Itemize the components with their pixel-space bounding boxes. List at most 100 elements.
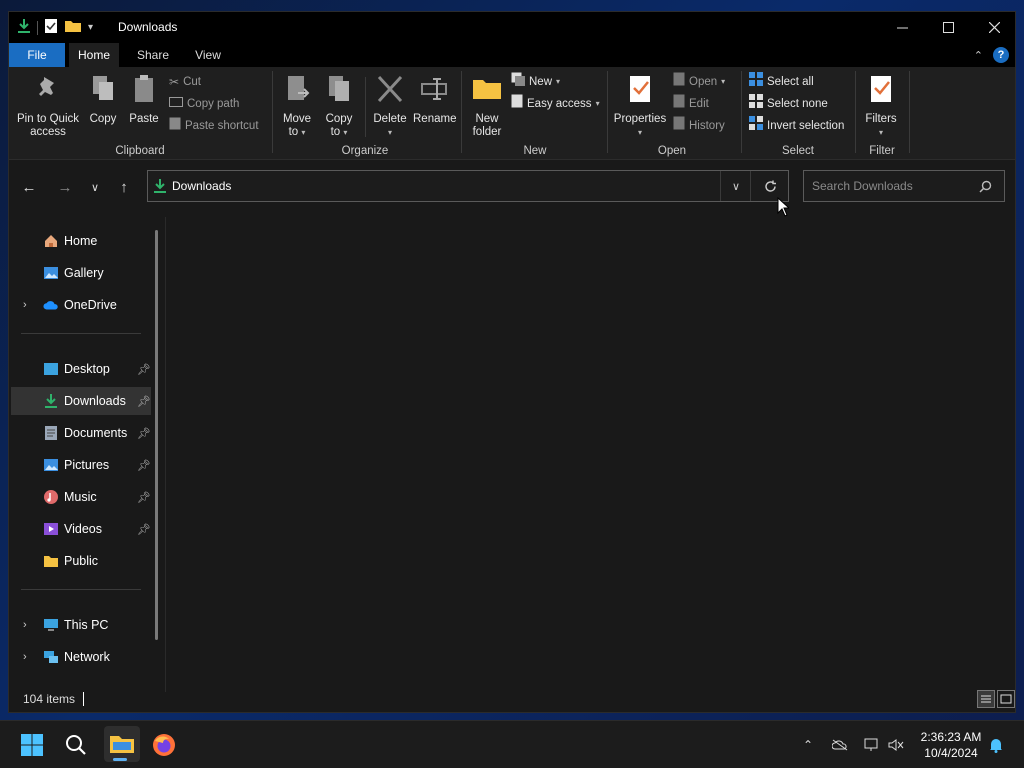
large-icons-view-icon[interactable]	[997, 690, 1015, 708]
address-dropdown-chevron-icon[interactable]: ∨	[720, 171, 751, 201]
pin-icon[interactable]: 📌︎	[137, 427, 151, 440]
pin-icon[interactable]: 📌︎	[137, 491, 151, 504]
pin-icon[interactable]: 📌︎	[137, 363, 151, 376]
paste-button[interactable]: Paste	[125, 73, 163, 126]
onedrive-offline-icon[interactable]	[832, 737, 848, 753]
invert-selection-button[interactable]: Invert selection	[749, 115, 845, 136]
easy-access-icon	[511, 94, 523, 115]
pin-icon[interactable]: 📌︎	[137, 459, 151, 472]
invert-selection-label: Invert selection	[767, 120, 845, 132]
paste-label: Paste	[129, 113, 159, 125]
search-input[interactable]: Search Downloads	[812, 179, 913, 193]
rename-button[interactable]: Rename	[413, 73, 456, 126]
search-icon[interactable]	[979, 180, 992, 196]
new-item-button[interactable]: New ▾	[511, 72, 560, 92]
properties-qat-icon[interactable]	[44, 18, 58, 37]
forward-arrow-icon[interactable]: →	[53, 176, 77, 198]
tab-view[interactable]: View	[187, 43, 229, 67]
minimize-button[interactable]	[879, 12, 925, 43]
copy-to-button[interactable]: Copy to ▾	[321, 73, 357, 139]
sidebar-item-this-pc[interactable]: › This PC	[11, 611, 151, 639]
paste-shortcut-button[interactable]: Paste shortcut	[169, 116, 259, 136]
open-label: Open	[689, 76, 718, 88]
sidebar-item-public[interactable]: Public	[11, 547, 151, 575]
sidebar-item-documents[interactable]: Documents 📌︎	[11, 419, 151, 447]
recent-locations-chevron-icon[interactable]: ∨	[83, 176, 107, 198]
new-item-label: New	[529, 76, 553, 88]
open-caret: ▾	[721, 77, 726, 86]
open-icon	[673, 72, 685, 93]
sidebar-item-videos[interactable]: Videos 📌︎	[11, 515, 151, 543]
ribbon: Pin to Quick access Copy Paste ✂ Cut Cop…	[9, 67, 1015, 160]
start-windows-icon[interactable]	[16, 729, 48, 761]
select-none-icon	[749, 93, 763, 115]
tab-share[interactable]: Share	[131, 43, 175, 67]
filters-button[interactable]: Filters ▾	[859, 73, 903, 139]
move-to-button[interactable]: Move to ▾	[279, 73, 315, 139]
new-item-icon	[511, 72, 525, 93]
notification-bell-icon[interactable]	[988, 737, 1004, 753]
sidebar-item-pictures[interactable]: Pictures 📌︎	[11, 451, 151, 479]
file-explorer-taskbar-icon[interactable]	[104, 726, 140, 762]
address-bar[interactable]: Downloads ∨	[147, 170, 789, 202]
volume-muted-icon[interactable]	[888, 737, 904, 753]
properties-button[interactable]: Properties ▾	[611, 73, 669, 139]
select-all-button[interactable]: Select all	[749, 71, 814, 92]
properties-caret: ▾	[637, 128, 642, 137]
sidebar-item-home[interactable]: Home	[11, 227, 151, 255]
back-arrow-icon[interactable]: ←	[17, 176, 41, 198]
sidebar-scrollbar[interactable]	[155, 230, 158, 640]
sidebar-item-label: Gallery	[64, 266, 104, 280]
customize-qat-icon[interactable]: ▾	[88, 22, 93, 33]
copy-to-label-line1: Copy	[325, 113, 353, 125]
title-bar[interactable]: ▾ Downloads	[9, 12, 1015, 43]
file-list-area[interactable]	[166, 217, 1015, 692]
easy-access-button[interactable]: Easy access ▾	[511, 94, 600, 114]
new-folder-qat-icon[interactable]	[64, 19, 82, 36]
maximize-button[interactable]	[925, 12, 971, 43]
history-icon	[673, 116, 685, 137]
open-button[interactable]: Open ▾	[673, 72, 725, 92]
pin-icon[interactable]: 📌︎	[137, 523, 151, 536]
up-arrow-icon[interactable]: ↑	[112, 176, 136, 198]
address-path[interactable]: Downloads	[172, 179, 231, 193]
pin-icon[interactable]: 📌︎	[137, 395, 151, 408]
paste-icon	[125, 73, 163, 109]
history-button[interactable]: History	[673, 116, 725, 136]
edit-button[interactable]: Edit	[673, 94, 709, 114]
network-icon[interactable]	[864, 737, 880, 753]
sidebar-item-downloads[interactable]: Downloads 📌︎	[11, 387, 151, 415]
sidebar-item-desktop[interactable]: Desktop 📌︎	[11, 355, 151, 383]
tab-file[interactable]: File	[9, 43, 65, 67]
close-button[interactable]	[971, 12, 1017, 43]
sidebar-item-onedrive[interactable]: › OneDrive	[11, 291, 151, 319]
music-icon	[43, 489, 59, 505]
copy-to-icon	[321, 73, 357, 109]
folder-icon	[43, 553, 59, 569]
details-view-icon[interactable]	[977, 690, 995, 708]
pin-to-quick-access-button[interactable]: Pin to Quick access	[13, 73, 83, 139]
help-icon[interactable]: ?	[993, 47, 1009, 63]
clock[interactable]: 2:36:23 AM 10/4/2024	[912, 729, 990, 761]
sidebar-item-label: This PC	[64, 618, 109, 632]
chevron-up-icon[interactable]: ⌃	[800, 737, 816, 753]
navigation-pane: Home Gallery › OneDrive Desktop 📌︎ Downl…	[9, 217, 159, 692]
firefox-icon[interactable]	[148, 729, 180, 761]
downloads-icon	[43, 393, 59, 409]
expand-chevron-icon[interactable]: ›	[23, 299, 27, 311]
sidebar-item-gallery[interactable]: Gallery	[11, 259, 151, 287]
delete-button[interactable]: Delete ▾	[371, 73, 409, 139]
new-folder-button[interactable]: New folder	[469, 73, 505, 139]
expand-chevron-icon[interactable]: ›	[23, 651, 27, 663]
chevron-up-icon[interactable]: ⌃	[974, 49, 983, 62]
cut-button[interactable]: ✂ Cut	[169, 72, 201, 92]
copy-path-button[interactable]: Copy path	[169, 94, 239, 114]
select-none-button[interactable]: Select none	[749, 93, 828, 115]
search-icon[interactable]	[60, 729, 92, 761]
search-box[interactable]: Search Downloads	[803, 170, 1005, 202]
copy-button[interactable]: Copy	[85, 73, 121, 126]
sidebar-item-music[interactable]: Music 📌︎	[11, 483, 151, 511]
tab-home[interactable]: Home	[69, 43, 119, 67]
expand-chevron-icon[interactable]: ›	[23, 619, 27, 631]
sidebar-item-network[interactable]: › Network	[11, 643, 151, 671]
